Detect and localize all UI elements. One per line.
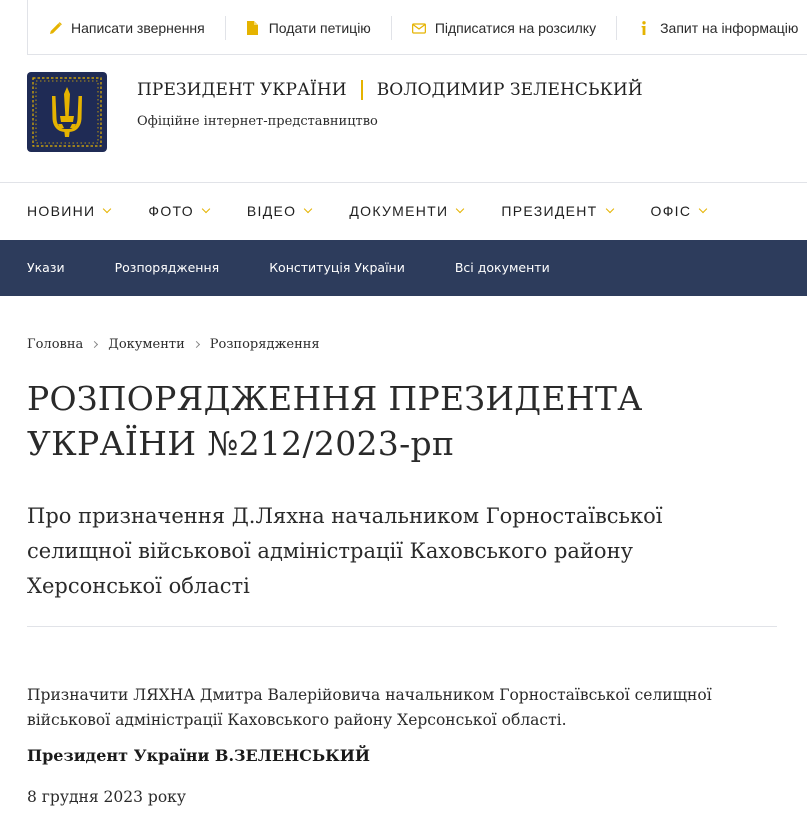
breadcrumb: Головна Документи Розпорядження bbox=[27, 337, 320, 352]
chevron-down-icon bbox=[605, 204, 614, 214]
submit-petition-label: Подати петицію bbox=[268, 20, 371, 36]
breadcrumb-orders[interactable]: Розпорядження bbox=[210, 337, 320, 352]
trident-emblem-icon[interactable] bbox=[27, 72, 107, 152]
site-title-president: ПРЕЗИДЕНТ УКРАЇНИ bbox=[137, 80, 347, 100]
subscribe-newsletter-label: Підписатися на розсилку bbox=[434, 20, 597, 36]
subscribe-newsletter-link[interactable]: Підписатися на розсилку bbox=[411, 16, 618, 40]
subnav-item-orders[interactable]: Розпорядження bbox=[115, 260, 220, 275]
nav-item-video[interactable]: ВІДЕО bbox=[246, 203, 313, 219]
write-appeal-label: Написати звернення bbox=[71, 20, 205, 36]
main-navigation: НОВИНИ ФОТО ВІДЕО ДОКУМЕНТИ ПРЕЗИДЕНТ ОФ… bbox=[0, 182, 807, 240]
chevron-down-icon bbox=[103, 204, 112, 214]
chevron-right-icon bbox=[91, 340, 99, 349]
document-date: 8 грудня 2023 року bbox=[27, 788, 186, 806]
information-request-label: Запит на інформацію bbox=[660, 20, 799, 36]
chevron-down-icon bbox=[304, 204, 313, 214]
chevron-right-icon bbox=[192, 340, 200, 349]
nav-item-news-label: НОВИНИ bbox=[27, 203, 96, 219]
document-subject: Про призначення Д.Ляхна начальником Горн… bbox=[27, 504, 663, 598]
nav-item-news[interactable]: НОВИНИ bbox=[27, 203, 112, 219]
page-title: РОЗПОРЯДЖЕННЯ ПРЕЗИДЕНТА УКРАЇНИ №212/20… bbox=[27, 376, 727, 466]
nav-item-office-label: ОФІС bbox=[650, 203, 692, 219]
write-appeal-link[interactable]: Написати звернення bbox=[48, 16, 226, 40]
page-title-line-1: РОЗПОРЯДЖЕННЯ ПРЕЗИДЕНТА bbox=[27, 379, 643, 418]
info-icon bbox=[637, 20, 651, 36]
chevron-down-icon bbox=[456, 204, 465, 214]
nav-item-president-label: ПРЕЗИДЕНТ bbox=[501, 203, 598, 219]
document-icon bbox=[246, 20, 260, 36]
content-divider bbox=[27, 626, 777, 627]
document-signature: Президент України В.ЗЕЛЕНСЬКИЙ bbox=[27, 746, 370, 765]
documents-subnav: Укази Розпорядження Конституція України … bbox=[0, 240, 807, 296]
document-body: Призначити ЛЯХНА Дмитра Валерійовича нач… bbox=[27, 686, 712, 729]
documents-subnav-items: Укази Розпорядження Конституція України … bbox=[27, 260, 600, 275]
subnav-item-all-documents[interactable]: Всі документи bbox=[455, 260, 550, 275]
title-separator bbox=[360, 80, 363, 100]
nav-item-photo[interactable]: ФОТО bbox=[148, 203, 211, 219]
site-title-name: ВОЛОДИМИР ЗЕЛЕНСЬКИЙ bbox=[376, 80, 643, 100]
page-title-line-2: УКРАЇНИ №212/2023-рп bbox=[27, 424, 455, 463]
nav-item-documents[interactable]: ДОКУМЕНТИ bbox=[349, 203, 465, 219]
submit-petition-link[interactable]: Подати петицію bbox=[246, 16, 392, 40]
breadcrumb-documents[interactable]: Документи bbox=[108, 337, 185, 352]
nav-item-photo-label: ФОТО bbox=[148, 203, 194, 219]
chevron-down-icon bbox=[699, 204, 708, 214]
subnav-item-decrees[interactable]: Укази bbox=[27, 260, 65, 275]
nav-item-president[interactable]: ПРЕЗИДЕНТ bbox=[501, 203, 614, 219]
site-subtitle: Офіційне інтернет-представництво bbox=[137, 114, 378, 129]
breadcrumb-home[interactable]: Головна bbox=[27, 337, 83, 352]
site-title[interactable]: ПРЕЗИДЕНТ УКРАЇНИ ВОЛОДИМИР ЗЕЛЕНСЬКИЙ bbox=[137, 80, 643, 100]
utility-bar: Написати звернення Подати петицію Підпис… bbox=[27, 0, 807, 55]
information-request-link[interactable]: Запит на інформацію bbox=[637, 16, 807, 40]
main-navigation-items: НОВИНИ ФОТО ВІДЕО ДОКУМЕНТИ ПРЕЗИДЕНТ ОФ… bbox=[27, 203, 744, 219]
utility-links: Написати звернення Подати петицію Підпис… bbox=[48, 16, 807, 40]
nav-item-video-label: ВІДЕО bbox=[246, 203, 297, 219]
nav-item-office[interactable]: ОФІС bbox=[650, 203, 708, 219]
envelope-icon bbox=[411, 20, 426, 36]
chevron-down-icon bbox=[201, 204, 211, 214]
nav-item-documents-label: ДОКУМЕНТИ bbox=[349, 203, 449, 219]
pencil-icon bbox=[48, 20, 62, 36]
subnav-item-constitution[interactable]: Конституція України bbox=[269, 260, 405, 275]
